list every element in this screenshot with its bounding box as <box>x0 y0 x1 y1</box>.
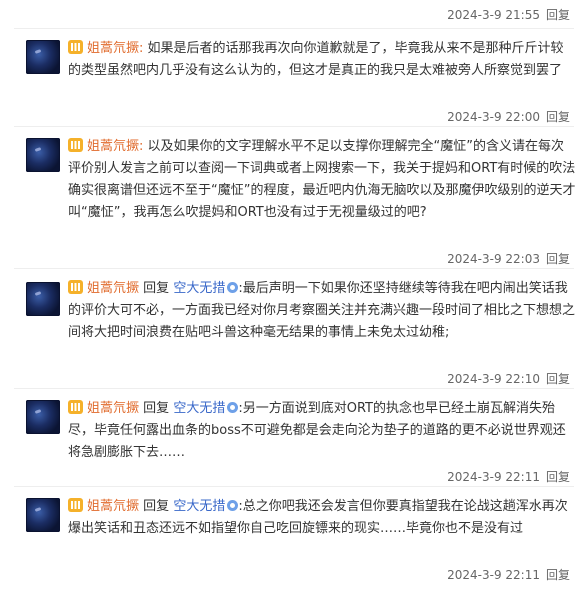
user-level-badge-icon <box>68 138 83 152</box>
username[interactable]: 姐蒿氘撅 <box>87 401 139 416</box>
user-level-badge-icon <box>68 498 83 512</box>
timestamp: 2024-3-9 22:11 <box>447 568 540 582</box>
comment-meta: 2024-3-9 22:11 回复 <box>447 566 570 583</box>
reply-word: 回复 <box>143 281 170 296</box>
reply-link[interactable]: 回复 <box>546 110 570 124</box>
reply-link[interactable]: 回复 <box>546 470 570 484</box>
timestamp: 2024-3-9 22:11 <box>447 470 540 484</box>
comment-text: 姐蒿氘撅: 如果是后者的话那我再次向你道歉就是了，毕竟我从来不是那种斤斤计较的类… <box>68 38 576 82</box>
avatar[interactable] <box>26 40 60 74</box>
verified-icon <box>227 500 239 511</box>
verified-icon <box>227 402 239 413</box>
divider <box>14 486 574 487</box>
user-level-badge-icon <box>68 400 83 414</box>
avatar[interactable] <box>26 498 60 532</box>
avatar[interactable] <box>26 282 60 316</box>
timestamp: 2024-3-9 22:00 <box>447 110 540 124</box>
reply-link[interactable]: 回复 <box>546 568 570 582</box>
timestamp-text: 2024-3-9 21:55 <box>447 8 540 22</box>
avatar[interactable] <box>26 400 60 434</box>
divider <box>14 268 574 269</box>
comment-body: 以及如果你的文字理解水平不足以支撑你理解完全“魔怔”的含义请在每次评价别人发言之… <box>68 139 576 220</box>
reply-target-username[interactable]: 空大无措 <box>173 499 225 514</box>
comment-text: 姐蒿氘撅 回复 空大无措:最后声明一下如果你还坚持继续等待我在吧内闹出笑话我的评… <box>68 278 576 344</box>
divider <box>14 126 574 127</box>
comment-meta: 2024-3-9 22:10 回复 <box>447 370 570 387</box>
divider <box>14 28 574 29</box>
username[interactable]: 姐蒿氘撅 <box>87 499 139 514</box>
user-level-badge-icon <box>68 280 83 294</box>
timestamp: 2024-3-9 21:55 回复 <box>447 6 570 23</box>
comment-meta: 2024-3-9 22:00 回复 <box>447 108 570 125</box>
verified-icon <box>227 282 239 293</box>
comment-text: 姐蒿氘撅 回复 空大无措:总之你吧我还会发言但你要真指望我在论战这趟浑水再次爆出… <box>68 496 576 540</box>
comment-meta: 2024-3-9 22:03 回复 <box>447 250 570 267</box>
username[interactable]: 姐蒿氘撅: <box>87 41 143 56</box>
reply-target-username[interactable]: 空大无措 <box>173 401 225 416</box>
timestamp: 2024-3-9 22:10 <box>447 372 540 386</box>
reply-link[interactable]: 回复 <box>546 372 570 386</box>
comment-body: 如果是后者的话那我再次向你道歉就是了，毕竟我从来不是那种斤斤计较的类型虽然吧内几… <box>68 41 564 78</box>
reply-link[interactable]: 回复 <box>546 252 570 266</box>
comment-meta: 2024-3-9 22:11 回复 <box>447 468 570 485</box>
reply-link[interactable]: 回复 <box>546 8 570 22</box>
user-level-badge-icon <box>68 40 83 54</box>
reply-word: 回复 <box>143 499 170 514</box>
reply-target-username[interactable]: 空大无措 <box>173 281 225 296</box>
username[interactable]: 姐蒿氘撅: <box>87 139 143 154</box>
avatar[interactable] <box>26 138 60 172</box>
comment-text: 姐蒿氘撅: 以及如果你的文字理解水平不足以支撑你理解完全“魔怔”的含义请在每次评… <box>68 136 576 224</box>
divider <box>14 388 574 389</box>
reply-word: 回复 <box>143 401 170 416</box>
username[interactable]: 姐蒿氘撅 <box>87 281 139 296</box>
timestamp: 2024-3-9 22:03 <box>447 252 540 266</box>
comment-text: 姐蒿氘撅 回复 空大无措:另一方面说到底对ORT的执念也早已经土崩瓦解消失殆尽，… <box>68 398 576 464</box>
